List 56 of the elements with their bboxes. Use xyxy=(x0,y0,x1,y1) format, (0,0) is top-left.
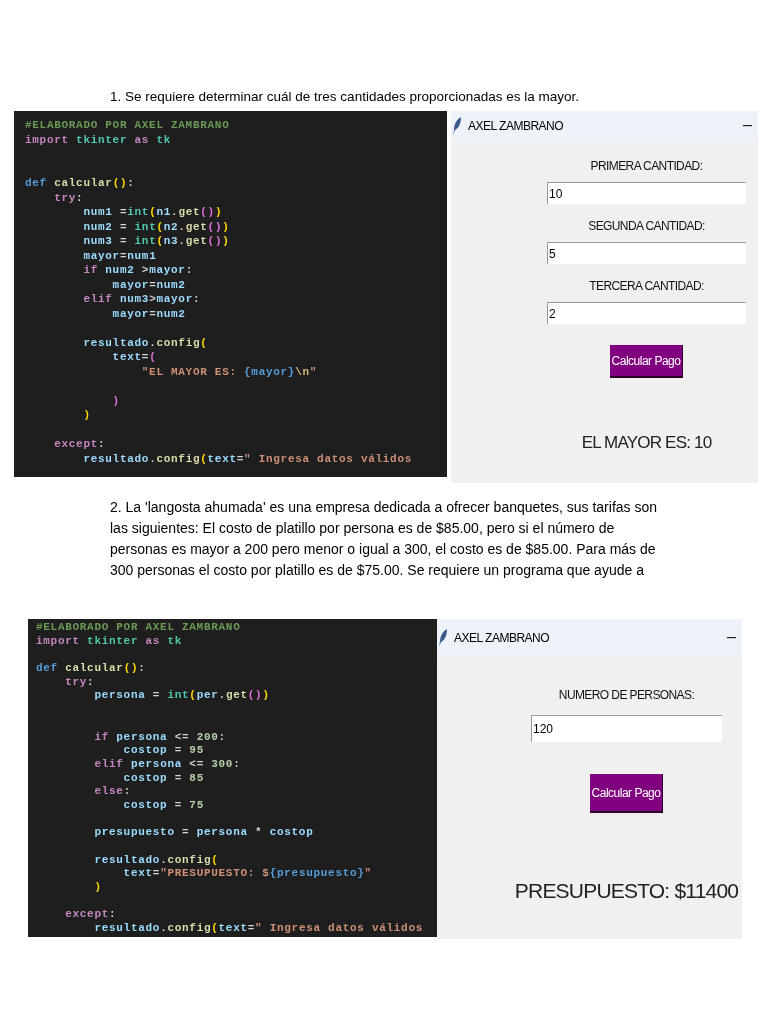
result-label: PRESUPUESTO: $11400 xyxy=(514,878,739,904)
code-line: try: xyxy=(64,675,95,690)
code-line: resultado.config( xyxy=(82,335,208,350)
code-line: ) xyxy=(111,393,120,408)
code-line: text="PRESUPUESTO: ${presupuesto}" xyxy=(122,867,372,882)
exercise-statement: 1. Se requiere determinar cuál de tres cantidades proporcionadas es la mayor. xyxy=(110,88,580,106)
code-line: def calcular(): xyxy=(25,176,135,191)
code-line: num1 =int(n1.get()) xyxy=(82,205,223,220)
code-line: costop = 75 xyxy=(122,798,204,813)
field-label: TERCERA CANTIDAD: xyxy=(589,278,704,295)
minimize-icon[interactable] xyxy=(743,125,752,127)
code-line: resultado.config(text=" Ingresa datos válidos xyxy=(93,922,424,936)
minimize-icon[interactable] xyxy=(727,637,736,639)
field-label: PRIMERA CANTIDAD: xyxy=(590,158,703,175)
code-line: except: xyxy=(53,437,106,452)
code-line: import tkinter as tk xyxy=(25,132,172,147)
code-line: mayor=num2 xyxy=(111,306,186,321)
calculate-button[interactable]: Calcular Pago xyxy=(609,345,684,378)
window-title: AXEL ZAMBRANO xyxy=(454,630,550,647)
code-line: resultado.config( xyxy=(93,853,219,868)
code-line: ) xyxy=(93,881,102,895)
code-line: def calcular(): xyxy=(36,662,146,676)
field-label: SEGUNDA CANTIDAD: xyxy=(588,218,705,235)
code-line: text=( xyxy=(111,350,157,365)
code-line: mayor=num1 xyxy=(82,248,157,263)
code-line: else: xyxy=(93,785,131,799)
text-field[interactable]: 120 xyxy=(531,715,722,742)
code-line: resultado.config(text=" Ingresa datos válidos xyxy=(82,451,413,466)
feather-icon xyxy=(453,117,462,135)
code-line: if persona <= 200: xyxy=(93,730,226,745)
code-line: num2 = int(n2.get()) xyxy=(82,219,230,234)
code-line: #ELABORADO POR AXEL ZAMBRANO xyxy=(25,118,230,133)
exercise-statement: 2. La 'langosta ahumada' es una empresa dedicada a ofrecer banquetes, sus tarifas son las siguientes: El costo de platillo por persona es de $85.00, pero si el número de personas es mayor a 200 pero menor o igual a 300, el costo es de $85.00. Para más de 300 personas el costo por platillo es de $75.00. Se requiere un programa que ayude a xyxy=(110,498,659,580)
feather-icon xyxy=(439,629,448,647)
text-field[interactable]: 5 xyxy=(547,242,746,264)
code-line: "EL MAYOR ES: {mayor}\n" xyxy=(140,364,318,379)
calculate-button[interactable]: Calcular Pago xyxy=(589,774,664,813)
code-line: num3 = int(n3.get()) xyxy=(82,234,230,249)
code-line: if num2 >mayor: xyxy=(82,263,193,278)
code-line: persona = int(per.get()) xyxy=(93,689,270,704)
code-line: except: xyxy=(64,908,117,923)
code-line: costop = 85 xyxy=(122,771,204,786)
result-label: EL MAYOR ES: 10 xyxy=(581,432,712,454)
code-line: ) xyxy=(82,408,91,423)
code-line: presupuesto = persona * costop xyxy=(93,826,314,840)
code-line: elif persona <= 300: xyxy=(93,757,241,772)
text-field[interactable]: 2 xyxy=(547,302,746,324)
field-label: NUMERO DE PERSONAS: xyxy=(558,687,695,704)
code-line: #ELABORADO POR AXEL ZAMBRANO xyxy=(36,621,241,635)
code-line: mayor=num2 xyxy=(111,277,186,292)
code-line: try: xyxy=(53,190,84,205)
code-line: elif num3>mayor: xyxy=(82,292,201,307)
text-field[interactable]: 10 xyxy=(547,182,746,204)
window-title: AXEL ZAMBRANO xyxy=(468,118,564,135)
code-line: costop = 95 xyxy=(122,744,204,758)
code-line: import tkinter as tk xyxy=(36,634,183,649)
